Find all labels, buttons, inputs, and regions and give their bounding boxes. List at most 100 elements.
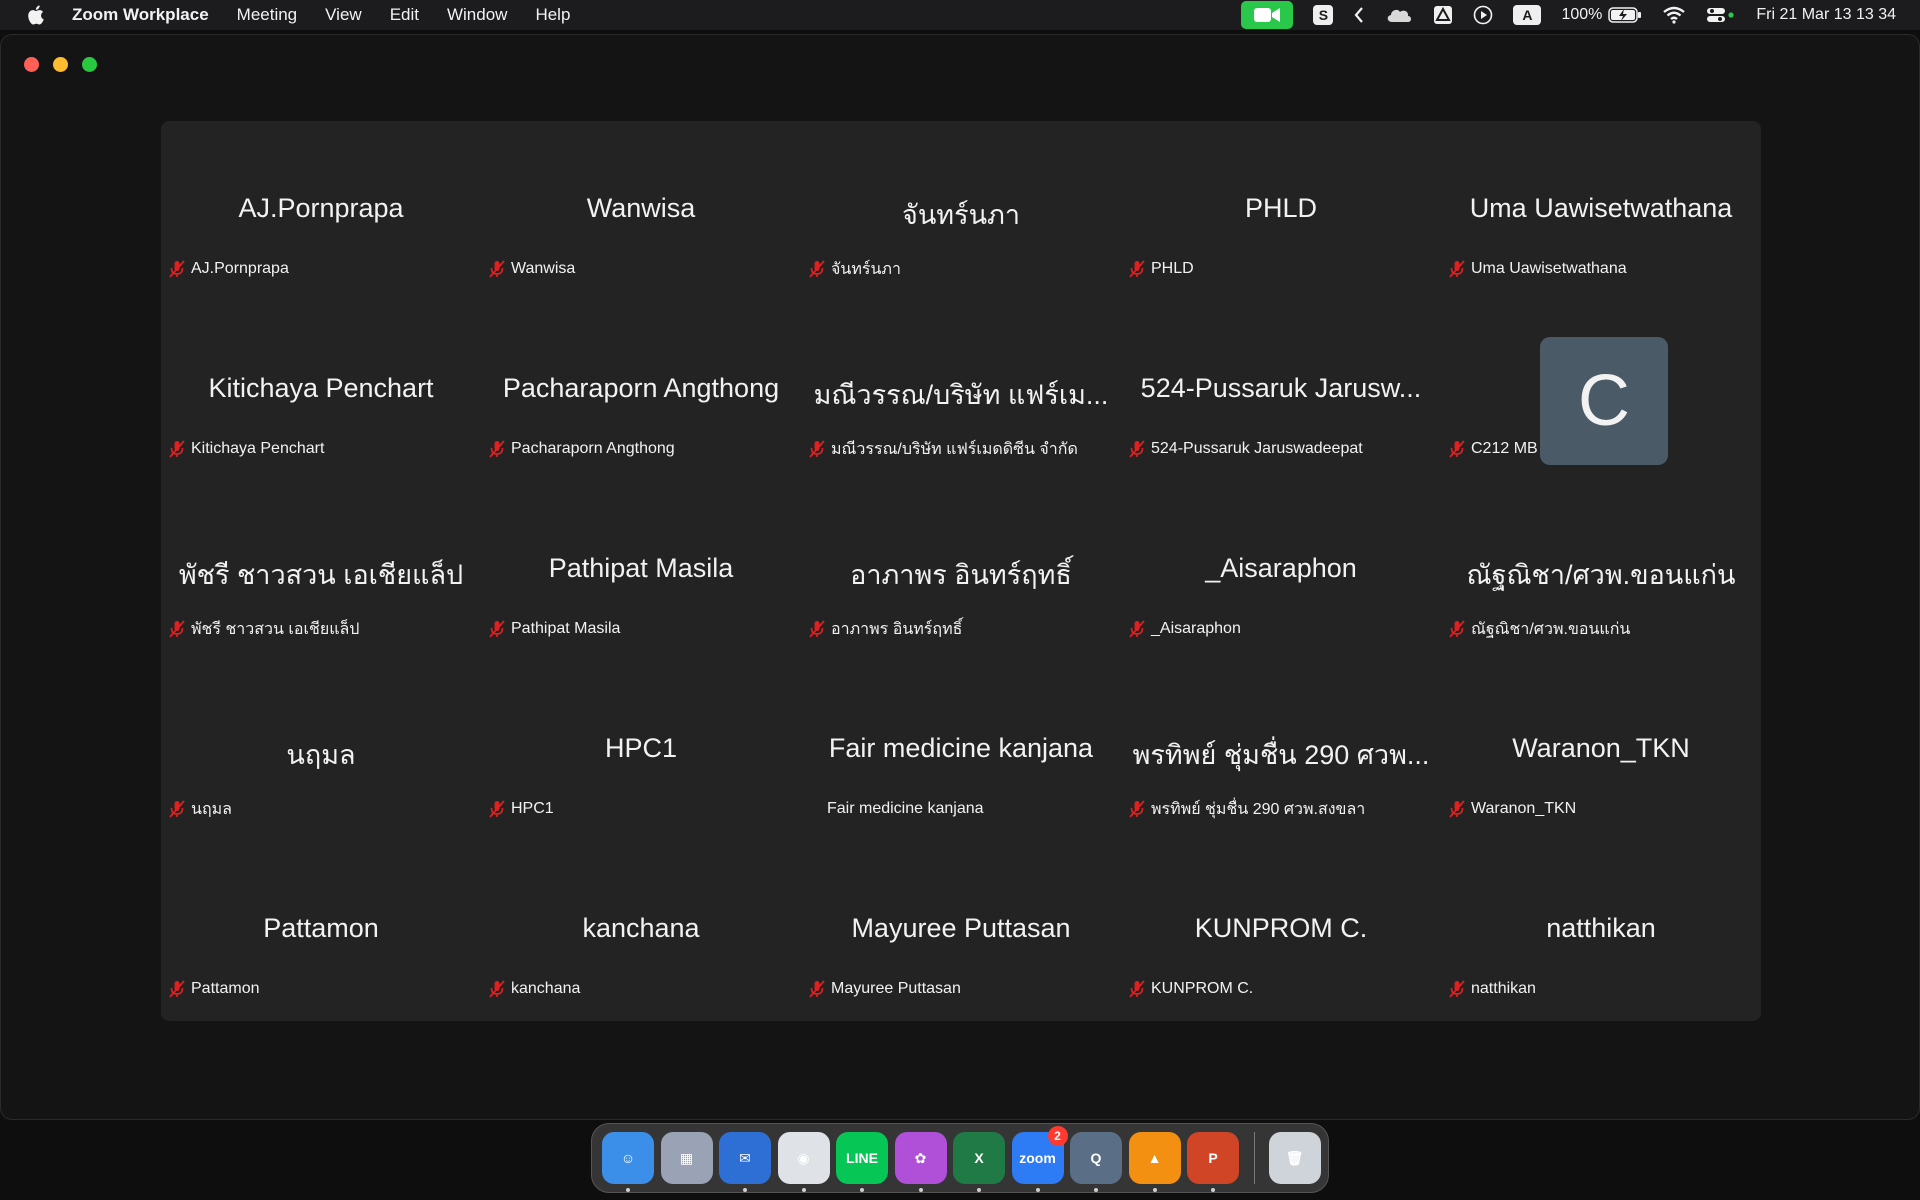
participant-tile[interactable]: Uma Uawisetwathana Uma Uawisetwathana [1441, 121, 1761, 301]
dock-zoom-icon[interactable]: zoom 2 [1011, 1126, 1068, 1192]
participant-name-label: Waranon_TKN [1447, 797, 1576, 821]
participant-name-text: HPC1 [511, 800, 554, 817]
participant-name-label: Pacharaporn Angthong [487, 437, 675, 461]
muted-mic-icon [807, 619, 827, 639]
participant-tile[interactable]: Kitichaya Penchart Kitichaya Penchart [161, 301, 481, 481]
chevron-left-icon[interactable] [1353, 4, 1365, 26]
participant-tile[interactable]: _Aisaraphon _Aisaraphon [1121, 481, 1441, 661]
participant-name-text: Mayuree Puttasan [831, 980, 961, 997]
participant-name-text: KUNPROM C. [1151, 980, 1254, 997]
participant-tile[interactable]: AJ.Pornprapa AJ.Pornprapa [161, 121, 481, 301]
dock-chrome-icon[interactable]: ◉ [777, 1132, 830, 1192]
participant-tile[interactable]: KUNPROM C. KUNPROM C. [1121, 841, 1441, 1021]
participant-display-name: Kitichaya Penchart [208, 373, 434, 403]
participant-tile[interactable]: natthikan natthikan [1441, 841, 1761, 1021]
muted-mic-icon [1447, 619, 1467, 639]
participant-tile[interactable]: นฤมล นฤมล [161, 661, 481, 841]
dock-line-icon[interactable]: LINE [836, 1132, 888, 1192]
muted-mic-icon [1447, 799, 1467, 819]
participant-tile[interactable]: Pattamon Pattamon [161, 841, 481, 1021]
participant-tile[interactable]: HPC1 HPC1 [481, 661, 801, 841]
dock-vlc-icon[interactable]: ▲ [1128, 1132, 1181, 1192]
dock-launchpad-icon[interactable]: ▦ [660, 1132, 713, 1184]
participant-name-text: Uma Uawisetwathana [1471, 260, 1627, 277]
window-close-button[interactable] [24, 57, 39, 72]
participant-tile[interactable]: จันทร์นภา จันทร์นภา [801, 121, 1121, 301]
skype-status-icon[interactable]: S [1313, 4, 1334, 26]
dock-thunderbird-icon[interactable]: ✉ [719, 1132, 771, 1192]
muted-mic-icon [487, 619, 507, 639]
menu-view[interactable]: View [325, 5, 362, 25]
dock-finder-glyph: ☺ [620, 1150, 636, 1166]
participant-name-text: Pattamon [191, 980, 260, 997]
dock-vlc-glyph: ▲ [1147, 1150, 1162, 1166]
muted-mic-icon [1447, 259, 1467, 279]
muted-mic-icon [1127, 979, 1147, 999]
participant-name-text: Pacharaporn Angthong [511, 440, 675, 457]
participant-tile[interactable]: พัชรี ชาวสวน เอเชียแล็ป พัชรี ชาวสวน เอเช… [161, 481, 481, 661]
participant-name-text: Waranon_TKN [1471, 800, 1577, 817]
participant-name-label: Wanwisa [487, 257, 575, 281]
muted-mic-icon [487, 799, 507, 819]
participant-tile[interactable]: พรทิพย์ ชุ่มชื่น 290 ศวพ... พรทิพย์ ชุ่มช… [1121, 661, 1441, 841]
menu-window[interactable]: Window [447, 5, 507, 25]
play-circle-icon[interactable] [1473, 4, 1493, 26]
participant-tile[interactable]: ณัฐณิชา/ศวพ.ขอนแก่น ณัฐณิชา/ศวพ.ขอนแก่น [1441, 481, 1761, 661]
participant-tile[interactable]: มณีวรรณ/บริษัท แฟร์เม... มณีวรรณ/บริษัท แ… [801, 301, 1121, 481]
menu-bar-clock[interactable]: Fri 21 Mar 13 13 34 [1756, 6, 1896, 24]
dock-trash-icon[interactable]: 🗑 [1268, 1132, 1321, 1184]
participant-tile[interactable]: Waranon_TKN Waranon_TKN [1441, 661, 1761, 841]
participant-tile[interactable]: อาภาพร อินทร์ฤทธิ์ อาภาพร อินทร์ฤทธิ์ [801, 481, 1121, 661]
running-indicator [743, 1188, 747, 1192]
participant-display-name: พรทิพย์ ชุ่มชื่น 290 ศวพ... [1132, 740, 1430, 770]
participant-name-text: พรทิพย์ ชุ่มชื่น 290 ศวพ.สงขลา [1151, 800, 1366, 818]
window-minimize-button[interactable] [53, 57, 68, 72]
participant-name-text: อาภาพร อินทร์ฤทธิ์ [831, 620, 963, 638]
participant-tile[interactable]: C C212 MB [1441, 301, 1761, 481]
menu-help[interactable]: Help [535, 5, 570, 25]
drive-icon[interactable] [1433, 4, 1453, 26]
participant-name-label: มณีวรรณ/บริษัท แฟร์เมดดิซีน จำกัด [807, 437, 1078, 461]
participant-name-label: Uma Uawisetwathana [1447, 257, 1627, 281]
wifi-icon[interactable] [1662, 4, 1686, 26]
participant-name-label: Kitichaya Penchart [167, 437, 324, 461]
participant-tile[interactable]: 524-Pussaruk Jarusw... 524-Pussaruk Jarus… [1121, 301, 1441, 481]
participant-tile[interactable]: Fair medicine kanjana Fair medicine kanja… [801, 661, 1121, 841]
dock-excel-icon[interactable]: X [953, 1132, 1005, 1192]
muted-mic-icon [167, 979, 187, 999]
participant-tile[interactable]: kanchana kanchana [481, 841, 801, 1021]
dock-flower-app-icon[interactable]: ✿ [894, 1132, 947, 1192]
battery-icon[interactable] [1608, 4, 1642, 26]
running-indicator [1035, 1188, 1040, 1192]
muted-mic-icon [487, 259, 507, 279]
dock-quicktime-icon[interactable]: Q [1070, 1132, 1122, 1192]
participant-name-text: AJ.Pornprapa [191, 260, 289, 277]
muted-mic-icon [1447, 439, 1467, 459]
dock-powerpoint-icon[interactable]: P [1187, 1132, 1239, 1192]
participant-tile[interactable]: Pacharaporn Angthong Pacharaporn Angthong [481, 301, 801, 481]
running-indicator [626, 1188, 630, 1192]
dock: ☺ ▦ ✉ ◉ LINE ✿ Xzoom 2 Q ▲ P 🗑 [591, 1123, 1329, 1193]
participant-name-label: C212 MB [1447, 437, 1538, 461]
participant-name-text: kanchana [511, 980, 581, 997]
apple-icon[interactable] [26, 4, 48, 26]
participant-tile[interactable]: Mayuree Puttasan Mayuree Puttasan [801, 841, 1121, 1021]
input-source-icon[interactable]: A [1513, 4, 1542, 26]
participant-display-name: 524-Pussaruk Jarusw... [1140, 373, 1422, 403]
menu-meeting[interactable]: Meeting [237, 5, 297, 25]
control-center-icon[interactable] [1706, 4, 1736, 26]
muted-mic-icon [167, 799, 187, 819]
participant-name-label: KUNPROM C. [1127, 977, 1253, 1001]
gallery-view: AJ.Pornprapa AJ.Pornprapa Wanwisa Wanwisa จั… [161, 121, 1761, 1021]
participant-tile[interactable]: PHLD PHLD [1121, 121, 1441, 301]
menu-app-name[interactable]: Zoom Workplace [72, 5, 209, 25]
cloud-icon[interactable] [1385, 4, 1413, 26]
participant-display-name: natthikan [1546, 913, 1656, 943]
participant-tile[interactable]: Wanwisa Wanwisa [481, 121, 801, 301]
zoom-video-status-icon[interactable] [1241, 1, 1294, 29]
participant-name-label: Mayuree Puttasan [807, 977, 961, 1001]
participant-tile[interactable]: Pathipat Masila Pathipat Masila [481, 481, 801, 661]
dock-finder-icon[interactable]: ☺ [602, 1132, 654, 1192]
window-zoom-button[interactable] [82, 57, 97, 72]
menu-edit[interactable]: Edit [390, 5, 419, 25]
